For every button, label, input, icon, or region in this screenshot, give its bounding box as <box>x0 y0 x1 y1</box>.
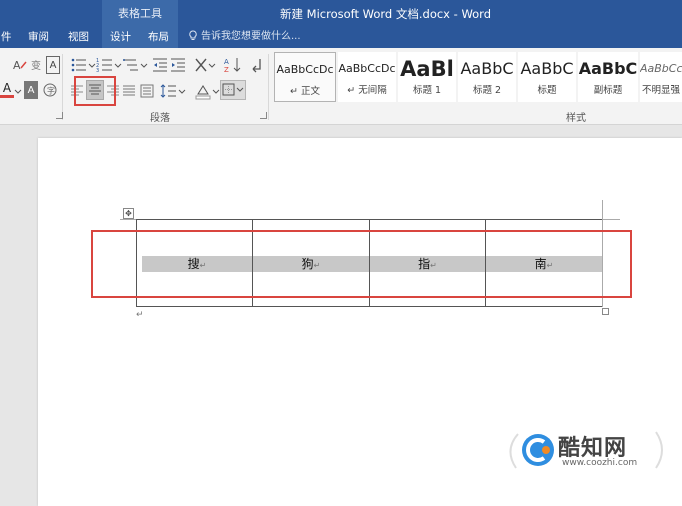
coozhi-logo-icon <box>522 434 554 466</box>
paragraph-mark: ↵ <box>136 310 144 320</box>
style-preview: AaBl <box>400 57 454 81</box>
tab-review[interactable]: 审阅 <box>28 28 49 48</box>
font-color-label: A <box>2 80 12 95</box>
line-spacing-icon[interactable] <box>160 82 186 100</box>
center-align-highlight <box>74 76 116 106</box>
style-heading-1[interactable]: AaBl 标题 1 <box>398 52 456 102</box>
styles-group-label: 样式 <box>566 113 586 124</box>
chevron-down-icon[interactable] <box>14 82 22 100</box>
tab-file-partial[interactable]: 件 <box>0 28 14 48</box>
style-name: 标题 2 <box>472 85 502 96</box>
style-subtle-emphasis[interactable]: AaBbCcDc 不明显强 <box>640 52 682 102</box>
group-separator <box>62 54 63 120</box>
decrease-indent-icon[interactable] <box>152 56 168 74</box>
bullets-icon[interactable] <box>70 56 96 74</box>
table-move-handle[interactable]: ✥ <box>123 208 134 219</box>
tell-me-text: 告诉我您想要做什么... <box>201 31 301 42</box>
phonetic-guide-icon[interactable]: 变 <box>30 56 44 74</box>
watermark: 酷知网 www.coozhi.com <box>506 424 666 476</box>
style-title[interactable]: AaBbC 标题 <box>518 52 576 102</box>
word-window: 表格工具 新建 Microsoft Word 文档.docx - Word 件 … <box>0 0 682 506</box>
style-name: 标题 1 <box>412 85 442 96</box>
document-title: 新建 Microsoft Word 文档.docx - Word <box>280 7 491 21</box>
style-preview: AaBbC <box>520 59 574 78</box>
style-name: 标题 <box>537 85 557 96</box>
style-preview: AaBbCcDc <box>276 63 334 76</box>
justify-icon[interactable] <box>122 82 136 100</box>
borders-button[interactable] <box>220 80 246 100</box>
character-border-label: A <box>49 59 57 71</box>
tab-view[interactable]: 视图 <box>68 28 89 48</box>
font-dialog-launcher[interactable] <box>56 112 63 119</box>
svg-text:变: 变 <box>31 59 41 72</box>
enclose-characters-icon[interactable]: 字 <box>42 81 58 99</box>
title-bar: 表格工具 新建 Microsoft Word 文档.docx - Word <box>0 0 682 28</box>
style-name-text: 无间隔 <box>358 85 387 96</box>
svg-text:A: A <box>224 58 229 66</box>
font-color-button[interactable]: A <box>0 80 14 98</box>
table-resize-handle[interactable] <box>602 308 609 315</box>
style-no-spacing[interactable]: AaBbCcDc ↵ 无间隔 <box>338 52 396 102</box>
numbering-icon[interactable]: 123 <box>96 56 122 74</box>
increase-indent-icon[interactable] <box>170 56 186 74</box>
svg-text:字: 字 <box>47 86 55 96</box>
show-formatting-marks-icon[interactable] <box>248 56 264 74</box>
paragraph-dialog-launcher[interactable] <box>260 112 267 119</box>
svg-text:A: A <box>13 59 21 72</box>
svg-text:3: 3 <box>96 68 99 74</box>
character-border-icon[interactable]: A <box>46 56 60 74</box>
clear-formatting-icon[interactable]: A <box>12 56 28 74</box>
table-row-highlight <box>91 230 632 298</box>
borders-icon <box>222 83 244 96</box>
style-preview: AaBbC <box>460 59 514 78</box>
style-preview: AaBbCcDc <box>640 62 682 75</box>
group-separator <box>268 54 269 120</box>
styles-gallery: AaBbCcDc ↵ 正文 AaBbCcDc ↵ 无间隔 AaBl 标题 1 A… <box>272 52 682 104</box>
multilevel-list-icon[interactable] <box>122 56 148 74</box>
tab-layout[interactable]: 布局 <box>140 28 178 48</box>
paragraph-group-label: 段落 <box>150 113 170 124</box>
chinese-layout-icon[interactable] <box>194 56 218 74</box>
tell-me-search[interactable]: 告诉我您想要做什么... <box>188 28 301 48</box>
character-shading-label: A <box>27 84 35 96</box>
style-name: 不明显强 <box>641 85 680 96</box>
style-name: ↵ 无间隔 <box>347 85 387 96</box>
shading-icon[interactable] <box>194 82 220 100</box>
svg-text:Z: Z <box>224 66 229 74</box>
style-name: ↵ 正文 <box>290 86 320 97</box>
lightbulb-icon <box>189 30 197 40</box>
ribbon-tab-row: 件 审阅 视图 设计 布局 告诉我您想要做什么... <box>0 28 682 48</box>
watermark-url: www.coozhi.com <box>562 458 638 468</box>
style-preview: AaBbCcDc <box>338 62 396 75</box>
style-preview: AaBbC <box>578 59 638 78</box>
style-name-text: 正文 <box>300 86 320 97</box>
style-name: 副标题 <box>593 85 623 96</box>
table-tools-context-label: 表格工具 <box>102 0 178 28</box>
tab-design[interactable]: 设计 <box>102 28 140 48</box>
style-subtitle[interactable]: AaBbC 副标题 <box>578 52 638 102</box>
character-shading-button[interactable]: A <box>24 81 38 99</box>
distributed-icon[interactable] <box>140 82 154 100</box>
style-heading-2[interactable]: AaBbC 标题 2 <box>458 52 516 102</box>
sort-icon[interactable]: AZ <box>224 56 242 74</box>
style-normal[interactable]: AaBbCcDc ↵ 正文 <box>274 52 336 102</box>
